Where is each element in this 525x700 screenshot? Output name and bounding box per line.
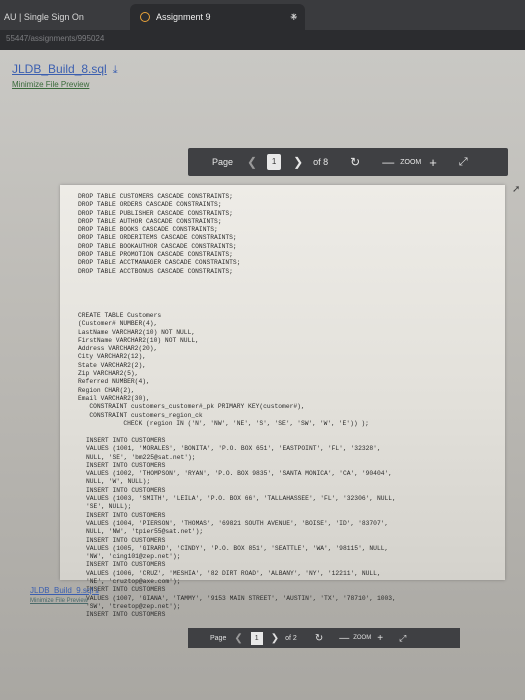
canvas-icon <box>140 12 150 22</box>
tab-label: Assignment 9 <box>156 12 211 22</box>
refresh-icon[interactable]: ↻ <box>350 155 360 169</box>
insert-statements: INSERT INTO CUSTOMERS VALUES (1001, 'MOR… <box>86 437 396 619</box>
drop-statements: DROP TABLE CUSTOMERS CASCADE CONSTRAINTS… <box>78 193 241 275</box>
zoom-label: ZOOM <box>400 158 422 166</box>
minimize-preview-link[interactable]: Minimize File Preview <box>12 80 89 89</box>
download-icon[interactable]: ⤓ <box>95 586 99 595</box>
zoom-in-button[interactable]: + <box>377 633 383 644</box>
refresh-icon[interactable]: ↻ <box>315 633 323 644</box>
file-link[interactable]: JLDB_Build_8.sql ⤓ <box>12 62 118 77</box>
new-tab-button[interactable]: + <box>290 9 298 24</box>
page-number-input[interactable]: 1 <box>250 631 263 645</box>
page-label: Page <box>212 157 234 167</box>
chevron-right-icon[interactable]: ❯ <box>293 155 303 169</box>
expand-icon[interactable]: ⤢ <box>399 633 406 644</box>
expand-icon[interactable]: ⤢ <box>459 156 468 169</box>
zoom-out-button[interactable]: — <box>339 633 349 644</box>
minimize-preview-link-2[interactable]: Minimize File Preview <box>30 598 88 604</box>
file-link-2[interactable]: JLDB_Build_9.sql ⤓ <box>30 586 99 596</box>
pdf-toolbar-2: Page ❮ 1 ❯ of 2 ↻ — ZOOM + ⤢ <box>188 628 460 648</box>
page-count: of 8 <box>313 157 329 167</box>
page-label: Page <box>210 634 227 642</box>
create-table-statement: CREATE TABLE Customers (Customer# NUMBER… <box>78 312 369 427</box>
pdf-toolbar: Page ❮ 1 ❯ of 8 ↻ — ZOOM + ⤢ <box>188 148 508 176</box>
browser-tab-bar: AU | Single Sign On Assignment 9 × + <box>0 0 525 30</box>
zoom-out-button[interactable]: — <box>382 155 394 169</box>
zoom-label: ZOOM <box>353 635 372 641</box>
zoom-in-button[interactable]: + <box>429 155 437 170</box>
tab-single-sign-on[interactable]: AU | Single Sign On <box>0 4 130 30</box>
tab-assignment-9[interactable]: Assignment 9 × <box>130 4 305 30</box>
chevron-left-icon[interactable]: ❮ <box>234 633 242 644</box>
page-number-input[interactable]: 1 <box>267 154 282 170</box>
page-count: of 2 <box>285 634 297 642</box>
chevron-right-icon[interactable]: ❯ <box>271 633 279 644</box>
tab-label: AU | Single Sign On <box>4 12 84 22</box>
url-text: 55447/assignments/995024 <box>6 34 105 43</box>
address-bar[interactable]: 55447/assignments/995024 <box>0 30 525 50</box>
cursor-icon: ➚ <box>512 184 521 195</box>
chevron-left-icon[interactable]: ❮ <box>247 155 257 169</box>
download-icon[interactable]: ⤓ <box>113 64 118 77</box>
pdf-page: DROP TABLE CUSTOMERS CASCADE CONSTRAINTS… <box>60 185 505 618</box>
